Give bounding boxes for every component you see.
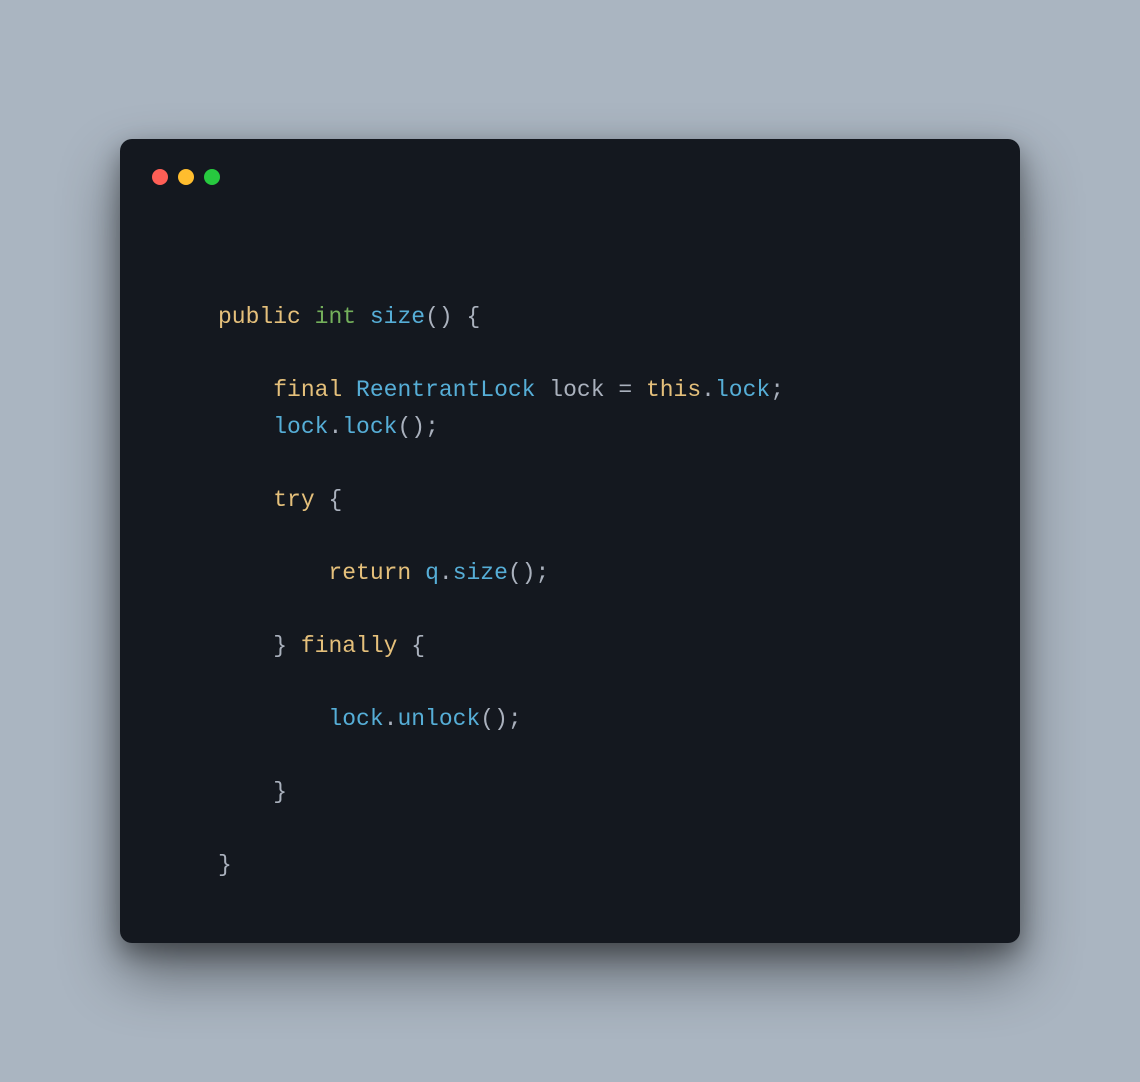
dot: . bbox=[439, 560, 453, 586]
paren-open: ( bbox=[480, 706, 494, 732]
code-block: public int size() { final ReentrantLock … bbox=[148, 299, 992, 883]
brace-open: { bbox=[411, 633, 425, 659]
keyword-final: final bbox=[273, 377, 342, 403]
brace-close: } bbox=[218, 852, 232, 878]
code-window: public int size() { final ReentrantLock … bbox=[120, 139, 1020, 943]
paren-close: ) bbox=[522, 560, 536, 586]
method-size: size bbox=[370, 304, 425, 330]
brace-close: } bbox=[273, 779, 287, 805]
brace-open: { bbox=[467, 304, 481, 330]
class-reentrantlock: ReentrantLock bbox=[356, 377, 535, 403]
dot: . bbox=[328, 414, 342, 440]
call-lock: lock bbox=[342, 414, 397, 440]
keyword-this: this bbox=[646, 377, 701, 403]
dot: . bbox=[701, 377, 715, 403]
brace-close: } bbox=[273, 633, 287, 659]
semicolon: ; bbox=[508, 706, 522, 732]
call-unlock: unlock bbox=[397, 706, 480, 732]
op-assign: = bbox=[618, 377, 632, 403]
semicolon: ; bbox=[536, 560, 550, 586]
paren-close: ) bbox=[439, 304, 453, 330]
paren-close: ) bbox=[411, 414, 425, 440]
semicolon: ; bbox=[425, 414, 439, 440]
semicolon: ; bbox=[770, 377, 784, 403]
paren-open: ( bbox=[425, 304, 439, 330]
brace-open: { bbox=[328, 487, 342, 513]
var-lock: lock bbox=[328, 706, 383, 732]
var-q: q bbox=[425, 560, 439, 586]
keyword-return: return bbox=[328, 560, 411, 586]
paren-open: ( bbox=[397, 414, 411, 440]
close-icon[interactable] bbox=[152, 169, 168, 185]
call-size: size bbox=[453, 560, 508, 586]
paren-open: ( bbox=[508, 560, 522, 586]
var-lock-local: lock bbox=[549, 377, 604, 403]
paren-close: ) bbox=[494, 706, 508, 732]
dot: . bbox=[384, 706, 398, 732]
keyword-public: public bbox=[218, 304, 301, 330]
type-int: int bbox=[315, 304, 356, 330]
zoom-icon[interactable] bbox=[204, 169, 220, 185]
field-lock: lock bbox=[715, 377, 770, 403]
keyword-try: try bbox=[273, 487, 314, 513]
var-lock: lock bbox=[273, 414, 328, 440]
keyword-finally: finally bbox=[301, 633, 398, 659]
minimize-icon[interactable] bbox=[178, 169, 194, 185]
window-titlebar bbox=[152, 165, 992, 189]
